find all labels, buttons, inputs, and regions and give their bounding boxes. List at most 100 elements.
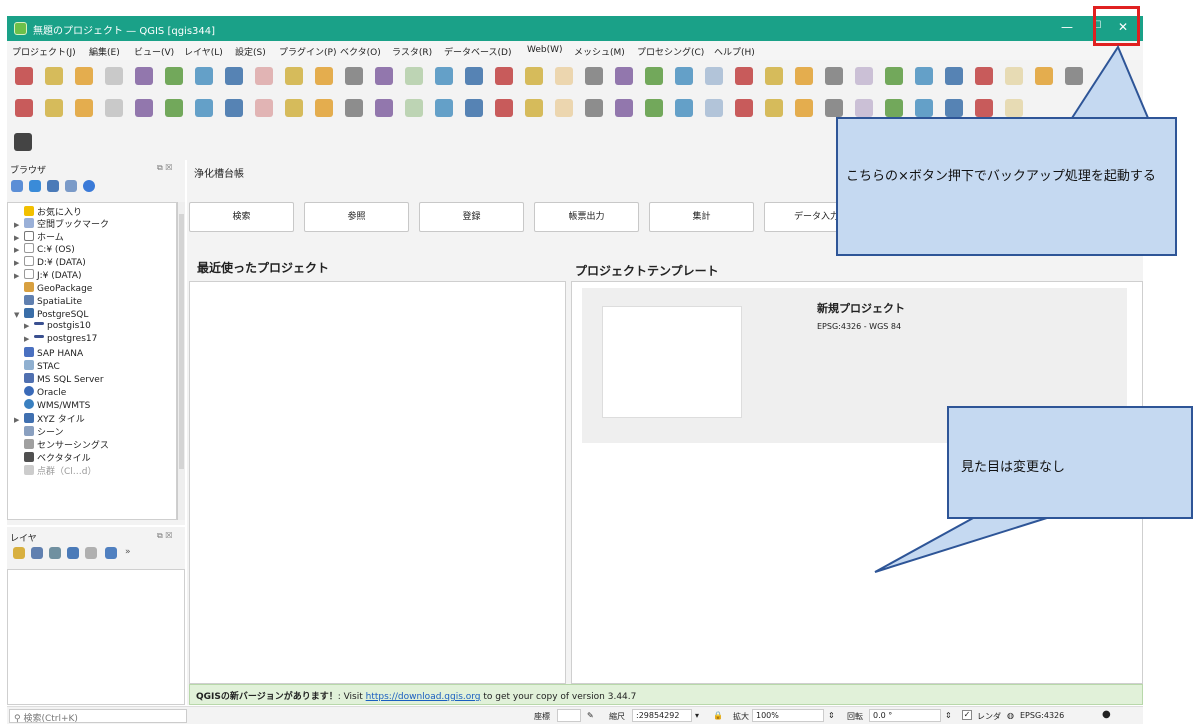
- toolbar-tool-icon[interactable]: [15, 99, 33, 117]
- toolbar-tool-icon[interactable]: [735, 99, 753, 117]
- toolbar-tool-icon[interactable]: [555, 67, 573, 85]
- menu-settings[interactable]: 設定(S): [235, 45, 266, 58]
- toolbar-tool-icon[interactable]: [345, 99, 363, 117]
- scale-dropdown-icon[interactable]: ▾: [695, 711, 699, 720]
- messages-icon[interactable]: ●: [1102, 709, 1111, 720]
- scrollbar-thumb[interactable]: [179, 214, 184, 469]
- tree-item-drive-c[interactable]: ▶ C:¥ (OS): [14, 243, 176, 255]
- tree-item-drive-j[interactable]: ▶ J:¥ (DATA): [14, 269, 176, 281]
- toolbar-tool-icon[interactable]: [195, 67, 213, 85]
- toolbar-tool-icon[interactable]: [705, 99, 723, 117]
- toolbar-tool-icon[interactable]: [315, 99, 333, 117]
- toolbar-tool-icon[interactable]: [645, 67, 663, 85]
- tree-item-pointcloud-partial[interactable]: 点群（Cl…d）: [14, 464, 176, 477]
- toolbar-tool-icon[interactable]: [765, 99, 783, 117]
- toolbar-tool-icon[interactable]: [15, 67, 33, 85]
- toolbar-tool-icon[interactable]: [825, 99, 843, 117]
- expression-filter-icon[interactable]: [85, 547, 97, 559]
- toolbar-tool-icon[interactable]: [975, 99, 993, 117]
- toolbar-tool-icon[interactable]: [615, 67, 633, 85]
- tree-item-sensorthings[interactable]: センサーシングス: [14, 438, 176, 451]
- tree-item-geopackage[interactable]: GeoPackage: [14, 282, 176, 294]
- tree-item-spatial-bookmarks[interactable]: ▶ 空間ブックマーク: [14, 217, 176, 230]
- extents-toggle-icon[interactable]: ✎: [587, 711, 594, 720]
- menu-raster[interactable]: ラスタ(R): [392, 45, 432, 58]
- tree-item-sap-hana[interactable]: SAP HANA: [14, 347, 176, 359]
- collapse-all-icon[interactable]: [65, 180, 77, 192]
- add-selected-icon[interactable]: [11, 180, 23, 192]
- menu-help[interactable]: ヘルプ(H): [714, 45, 755, 58]
- magnifier-field[interactable]: 100%: [752, 709, 824, 722]
- rotation-spin-icon[interactable]: ⇕: [945, 711, 952, 720]
- register-button[interactable]: 登録: [419, 202, 524, 232]
- toolbar-tool-icon[interactable]: [105, 99, 123, 117]
- tree-item-home[interactable]: ▶ ホーム: [14, 230, 176, 243]
- toolbar-tool-icon[interactable]: [675, 99, 693, 117]
- panel-float-close-icons[interactable]: ⧉ ☒: [157, 531, 172, 541]
- menu-project[interactable]: プロジェクト(J): [12, 45, 76, 58]
- rotation-field[interactable]: 0.0 °: [869, 709, 941, 722]
- menu-view[interactable]: ビュー(V): [134, 45, 174, 58]
- tree-item-scenes[interactable]: シーン: [14, 425, 176, 438]
- tree-item-oracle[interactable]: Oracle: [14, 386, 176, 398]
- filter-legend-icon[interactable]: [67, 547, 79, 559]
- tree-item-vector-tiles[interactable]: ベクタタイル: [14, 451, 176, 464]
- toolbar-tool-icon[interactable]: [525, 99, 543, 117]
- toolbar-tool-icon[interactable]: [945, 99, 963, 117]
- render-checkbox[interactable]: ✓: [962, 710, 972, 720]
- toolbar-tool-icon[interactable]: [855, 99, 873, 117]
- menu-web[interactable]: Web(W): [527, 45, 563, 55]
- lock-scale-icon[interactable]: 🔒: [713, 711, 723, 720]
- menu-mesh[interactable]: メッシュ(M): [574, 45, 625, 58]
- toolbar-tool-icon[interactable]: [585, 67, 603, 85]
- tree-item-postgresql[interactable]: ▼ PostgreSQL: [14, 308, 176, 320]
- toolbar-tool-icon[interactable]: [105, 67, 123, 85]
- report-output-button[interactable]: 帳票出力: [534, 202, 639, 232]
- tree-item-favorites[interactable]: お気に入り: [14, 205, 176, 218]
- toolbar-tool-icon[interactable]: [465, 67, 483, 85]
- visibility-icon[interactable]: [49, 547, 61, 559]
- toolbar-tool-icon[interactable]: [165, 67, 183, 85]
- minimize-button[interactable]: —: [1056, 20, 1078, 34]
- toolbar-tool-icon[interactable]: [375, 99, 393, 117]
- toolbar-tool-icon[interactable]: [135, 99, 153, 117]
- reference-button[interactable]: 参照: [304, 202, 409, 232]
- menu-edit[interactable]: 編集(E): [89, 45, 120, 58]
- plugin-stack-icon[interactable]: [14, 133, 32, 151]
- menu-processing[interactable]: プロセシング(C): [637, 45, 704, 58]
- toolbar-tool-icon[interactable]: [615, 99, 633, 117]
- toolbar-tool-icon[interactable]: [855, 67, 873, 85]
- menu-database[interactable]: データベース(D): [444, 45, 512, 58]
- tree-item-stac[interactable]: STAC: [14, 360, 176, 372]
- toolbar-tool-icon[interactable]: [345, 67, 363, 85]
- toolbar-tool-icon[interactable]: [75, 67, 93, 85]
- toolbar-tool-icon[interactable]: [795, 67, 813, 85]
- tree-item-postgis10[interactable]: ▶ postgis10: [24, 321, 176, 333]
- tree-item-spatialite[interactable]: SpatiaLite: [14, 295, 176, 307]
- crs-button[interactable]: EPSG:4326: [1020, 711, 1064, 720]
- toolbar-tool-icon[interactable]: [1035, 67, 1053, 85]
- more-tools-icon[interactable]: »: [125, 547, 131, 557]
- toolbar-tool-icon[interactable]: [435, 67, 453, 85]
- toolbar-tool-icon[interactable]: [135, 67, 153, 85]
- tree-item-wms[interactable]: WMS/WMTS: [14, 399, 176, 411]
- search-button[interactable]: 検索: [189, 202, 294, 232]
- toolbar-tool-icon[interactable]: [585, 99, 603, 117]
- toolbar-tool-icon[interactable]: [495, 99, 513, 117]
- toolbar-tool-icon[interactable]: [795, 99, 813, 117]
- toolbar-tool-icon[interactable]: [195, 99, 213, 117]
- toolbar-tool-icon[interactable]: [525, 67, 543, 85]
- panel-float-close-icons[interactable]: ⧉ ☒: [157, 163, 172, 173]
- toolbar-tool-icon[interactable]: [885, 99, 903, 117]
- toolbar-tool-icon[interactable]: [705, 67, 723, 85]
- toolbar-tool-icon[interactable]: [1005, 67, 1023, 85]
- toolbar-tool-icon[interactable]: [285, 99, 303, 117]
- toolbar-tool-icon[interactable]: [1005, 99, 1023, 117]
- toolbar-tool-icon[interactable]: [255, 99, 273, 117]
- layer-tree[interactable]: [7, 569, 185, 705]
- recent-projects-list[interactable]: [189, 281, 566, 684]
- scale-field[interactable]: :29854292: [632, 709, 692, 722]
- toolbar-tool-icon[interactable]: [765, 67, 783, 85]
- expand-all-icon[interactable]: [105, 547, 117, 559]
- toolbar-tool-icon[interactable]: [675, 67, 693, 85]
